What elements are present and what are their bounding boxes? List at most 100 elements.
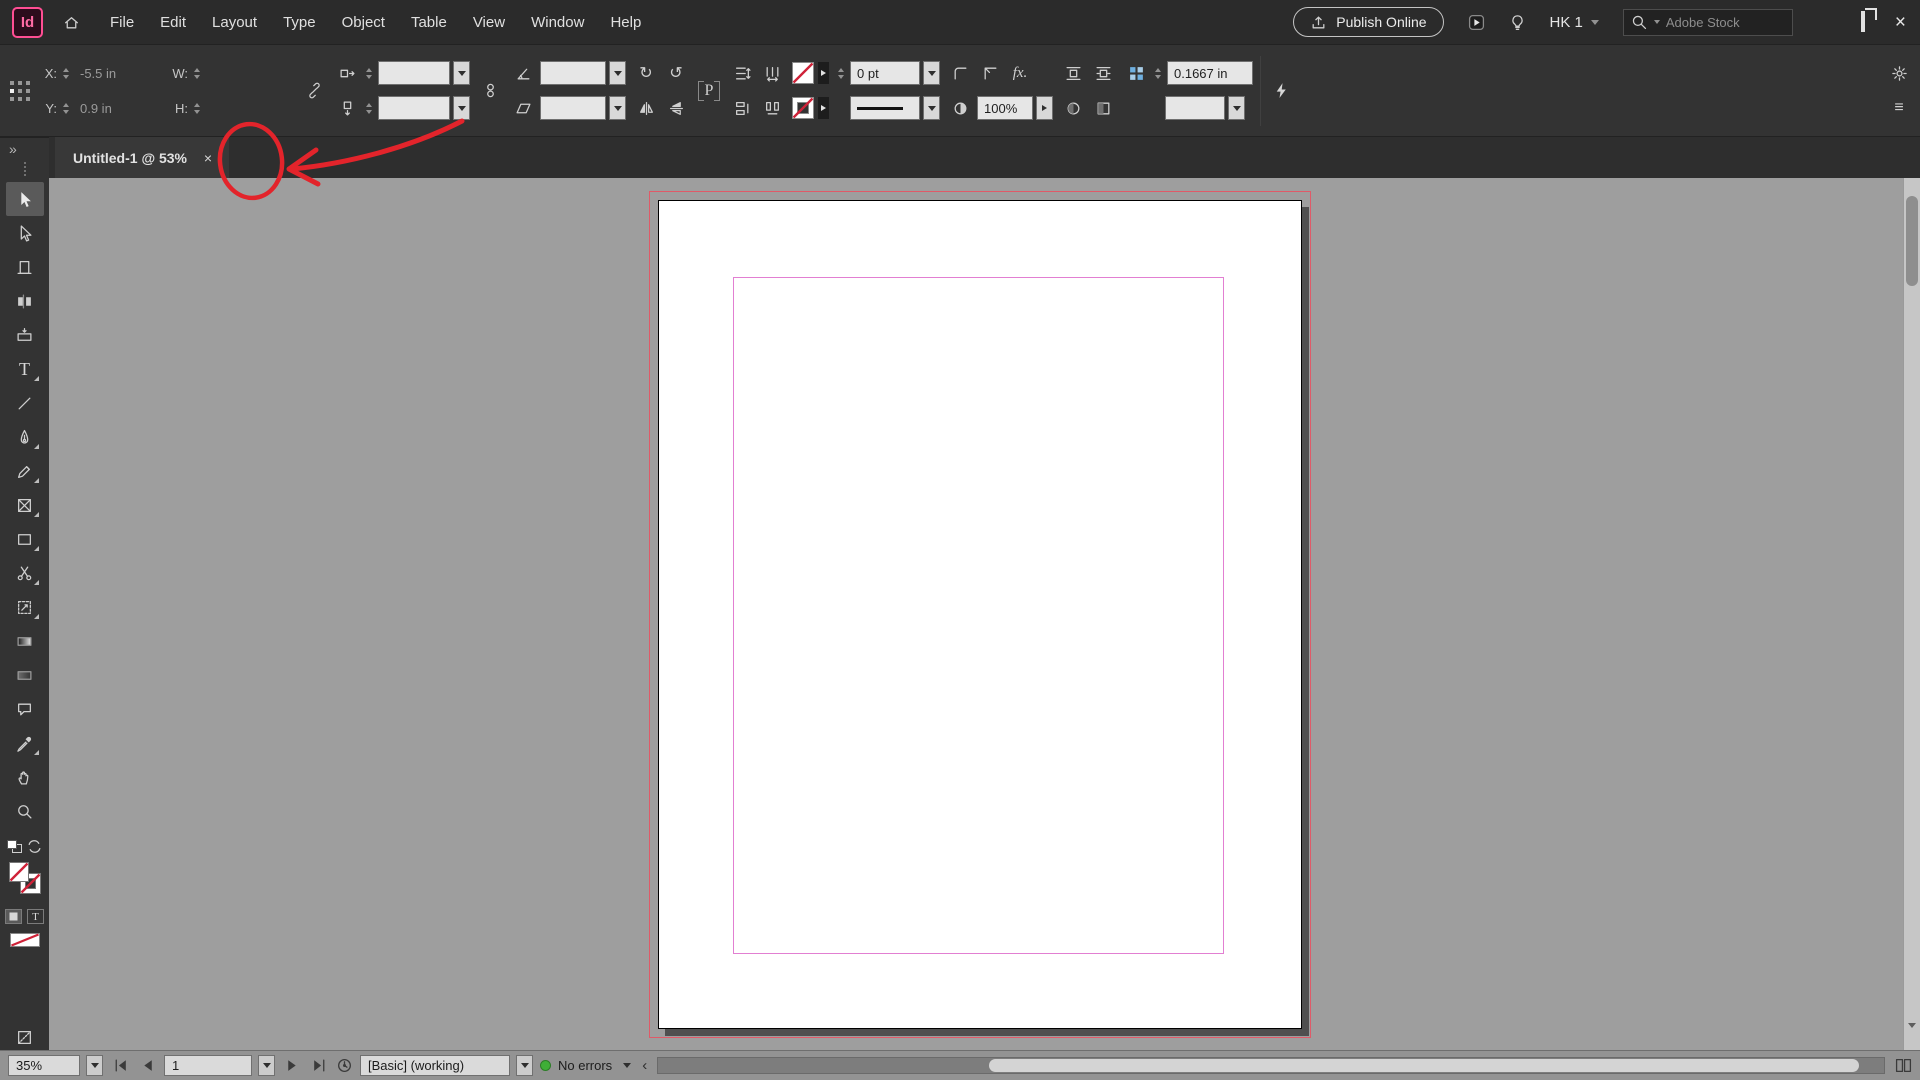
stroke-swatch-flyout[interactable] xyxy=(818,62,829,84)
pen-tool[interactable] xyxy=(6,420,44,454)
effects-button[interactable]: fx. xyxy=(1007,61,1033,85)
constrain-scale-button[interactable] xyxy=(477,79,503,103)
gradient-feather-tool[interactable] xyxy=(6,658,44,692)
document-canvas[interactable] xyxy=(49,178,1903,1050)
page-tool[interactable] xyxy=(6,250,44,284)
menu-item-help[interactable]: Help xyxy=(597,8,654,37)
fill-stroke-indicator[interactable] xyxy=(8,861,42,900)
close-window-button[interactable]: × xyxy=(1895,13,1906,32)
menu-item-edit[interactable]: Edit xyxy=(147,8,199,37)
scroll-down-arrow-icon[interactable] xyxy=(1908,1028,1916,1046)
stroke-weight-field[interactable]: 0 pt xyxy=(850,61,920,85)
shadow-circle-button[interactable] xyxy=(1060,96,1086,120)
stroke-swatch-none[interactable] xyxy=(792,62,814,84)
preflight-status-dropdown[interactable] xyxy=(618,1055,635,1076)
horizontal-scrollbar[interactable] xyxy=(657,1057,1885,1074)
scroll-left-arrow[interactable]: ‹ xyxy=(642,1057,647,1074)
content-collector-tool[interactable] xyxy=(6,318,44,352)
gradient-swatch-tool[interactable] xyxy=(6,624,44,658)
previous-page-button[interactable] xyxy=(137,1057,157,1074)
wrap-bounding-button[interactable] xyxy=(1090,61,1116,85)
flip-horizontal-button[interactable] xyxy=(633,96,659,120)
rotation-angle-dropdown[interactable] xyxy=(609,61,626,85)
stroke-style-field[interactable] xyxy=(850,96,920,120)
line-tool[interactable] xyxy=(6,386,44,420)
workspace-switcher[interactable]: HK 1 xyxy=(1550,14,1599,31)
menu-item-file[interactable]: File xyxy=(97,8,147,37)
share-button[interactable] xyxy=(1468,14,1485,31)
y-stepper[interactable] xyxy=(61,103,71,114)
preflight-profile-field[interactable]: [Basic] (working) xyxy=(360,1055,510,1076)
default-swatches[interactable] xyxy=(7,838,43,855)
split-window-button[interactable] xyxy=(1895,1057,1912,1074)
publish-online-button[interactable]: Publish Online xyxy=(1293,7,1443,37)
type-tool[interactable]: T xyxy=(6,352,44,386)
panel-menu-button[interactable]: ≡ xyxy=(1886,96,1912,120)
menu-item-table[interactable]: Table xyxy=(398,8,460,37)
formatting-affects-text-button[interactable]: T xyxy=(27,909,44,924)
restore-button[interactable] xyxy=(1861,13,1865,31)
direct-selection-tool[interactable] xyxy=(6,216,44,250)
y-field[interactable]: 0.9 in xyxy=(75,96,163,120)
gap-tool[interactable] xyxy=(6,284,44,318)
fill-swatch-flyout[interactable] xyxy=(818,97,829,119)
scale-x-stepper[interactable] xyxy=(364,68,374,79)
flip-vertical-button[interactable] xyxy=(663,96,689,120)
stroke-weight-dropdown[interactable] xyxy=(923,61,940,85)
stock-search[interactable]: Adobe Stock xyxy=(1623,9,1793,36)
preset-dropdown[interactable] xyxy=(1228,96,1245,120)
menu-item-type[interactable]: Type xyxy=(270,8,329,37)
view-mode-button[interactable] xyxy=(16,1029,33,1046)
last-page-button[interactable] xyxy=(309,1057,329,1074)
align-grid-icon[interactable] xyxy=(1123,61,1149,85)
menu-item-layout[interactable]: Layout xyxy=(199,8,270,37)
w-field[interactable] xyxy=(206,61,294,85)
shadow-square-button[interactable] xyxy=(1090,96,1116,120)
tab-close-button[interactable]: × xyxy=(199,149,217,167)
opacity-flyout[interactable] xyxy=(1036,96,1053,120)
first-page-button[interactable] xyxy=(110,1057,130,1074)
fill-swatch-none[interactable] xyxy=(792,97,814,119)
zoom-tool[interactable] xyxy=(6,794,44,828)
scale-y-dropdown[interactable] xyxy=(453,96,470,120)
shear-angle-dropdown[interactable] xyxy=(609,96,626,120)
scale-y-field[interactable] xyxy=(378,96,450,120)
wrap-none-button[interactable] xyxy=(1060,61,1086,85)
space-horizontal-button[interactable] xyxy=(759,96,785,120)
preset-field[interactable] xyxy=(1165,96,1225,120)
color-theme-tool[interactable] xyxy=(6,726,44,760)
scale-x-field[interactable] xyxy=(378,61,450,85)
h-field[interactable] xyxy=(206,96,294,120)
menu-item-object[interactable]: Object xyxy=(329,8,398,37)
page-number-field[interactable]: 1 xyxy=(164,1055,252,1076)
h-stepper[interactable] xyxy=(192,103,202,114)
document-tab[interactable]: Untitled-1 @ 53% × xyxy=(55,137,229,178)
note-tool[interactable] xyxy=(6,692,44,726)
free-transform-tool[interactable] xyxy=(6,590,44,624)
rotate-cw-button[interactable]: ↻ xyxy=(633,61,659,85)
zoom-level-field[interactable]: 35% xyxy=(8,1055,80,1076)
corner-options-button[interactable] xyxy=(947,61,973,85)
w-stepper[interactable] xyxy=(192,68,202,79)
baseline-offset-field[interactable]: 0.1667 in xyxy=(1167,61,1253,85)
reference-point-locator[interactable] xyxy=(8,79,32,103)
rectangle-tool[interactable] xyxy=(6,522,44,556)
vertical-scroll-thumb[interactable] xyxy=(1906,196,1918,286)
panel-grip[interactable] xyxy=(24,162,26,176)
learn-button[interactable] xyxy=(1509,14,1526,31)
x-field[interactable]: -5.5 in xyxy=(75,61,163,85)
stroke-style-dropdown[interactable] xyxy=(923,96,940,120)
vertical-scrollbar[interactable] xyxy=(1903,178,1920,1050)
zoom-level-dropdown[interactable] xyxy=(86,1055,103,1076)
rotate-ccw-button[interactable]: ↺ xyxy=(663,61,689,85)
baseline-offset-stepper[interactable] xyxy=(1153,68,1163,79)
formatting-affects-container-button[interactable] xyxy=(5,909,22,924)
preflight-menu-button[interactable] xyxy=(336,1057,353,1074)
menu-item-window[interactable]: Window xyxy=(518,8,597,37)
scale-y-stepper[interactable] xyxy=(364,103,374,114)
pencil-tool[interactable] xyxy=(6,454,44,488)
next-page-button[interactable] xyxy=(282,1057,302,1074)
corner-shape-button[interactable] xyxy=(977,61,1003,85)
distribute-vertical-button[interactable] xyxy=(729,61,755,85)
horizontal-scroll-thumb[interactable] xyxy=(989,1059,1859,1072)
